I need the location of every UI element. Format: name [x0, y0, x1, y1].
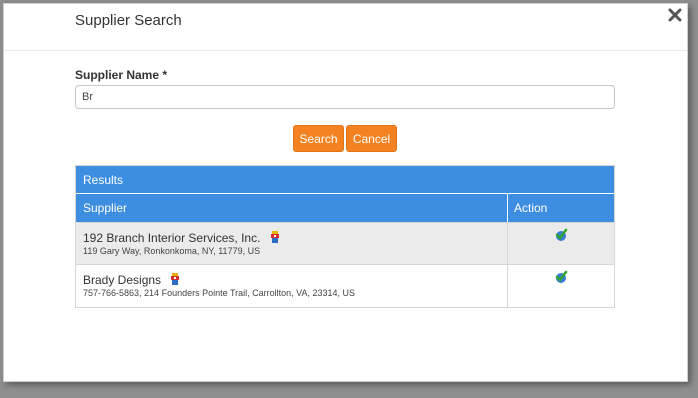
supplier-search-dialog: Supplier Search Supplier Name * Search C…: [3, 3, 688, 382]
supplier-name-input[interactable]: [75, 85, 615, 109]
column-header-action: Action: [514, 201, 548, 215]
diversity-badge-icon: [170, 273, 180, 288]
column-header-supplier: Supplier: [83, 201, 128, 215]
results-table: Results Supplier Action 192 Branch Inter…: [75, 165, 615, 308]
close-button[interactable]: [665, 5, 685, 25]
supplier-name-text: Brady Designs: [83, 273, 162, 287]
results-title: Results: [76, 166, 614, 193]
supplier-name-text: 192 Branch Interior Services, Inc.: [83, 231, 261, 245]
cancel-button[interactable]: Cancel: [346, 125, 397, 152]
search-button[interactable]: Search: [293, 125, 344, 152]
table-column-headers: Supplier Action: [76, 194, 614, 222]
dialog-header: Supplier Search: [4, 4, 687, 51]
select-checkmark-icon[interactable]: [554, 270, 568, 284]
supplier-name: Brady Designs: [83, 273, 180, 288]
dialog-title: Supplier Search: [75, 12, 182, 29]
table-row: 192 Branch Interior Services, Inc. 119 G…: [76, 222, 614, 265]
diversity-badge-icon: [270, 231, 280, 246]
close-icon: [668, 8, 682, 22]
select-checkmark-icon[interactable]: [554, 228, 568, 242]
supplier-address: 119 Gary Way, Ronkonkoma, NY, 11779, US: [83, 246, 261, 256]
row-divider: [507, 265, 508, 307]
table-row: Brady Designs 757-766-5863, 214 Founders…: [76, 264, 614, 307]
supplier-name: 192 Branch Interior Services, Inc.: [83, 231, 280, 246]
supplier-name-label: Supplier Name *: [75, 68, 168, 82]
supplier-address: 757-766-5863, 214 Founders Pointe Trail,…: [83, 288, 355, 298]
column-divider: [507, 194, 508, 222]
row-divider: [507, 223, 508, 265]
